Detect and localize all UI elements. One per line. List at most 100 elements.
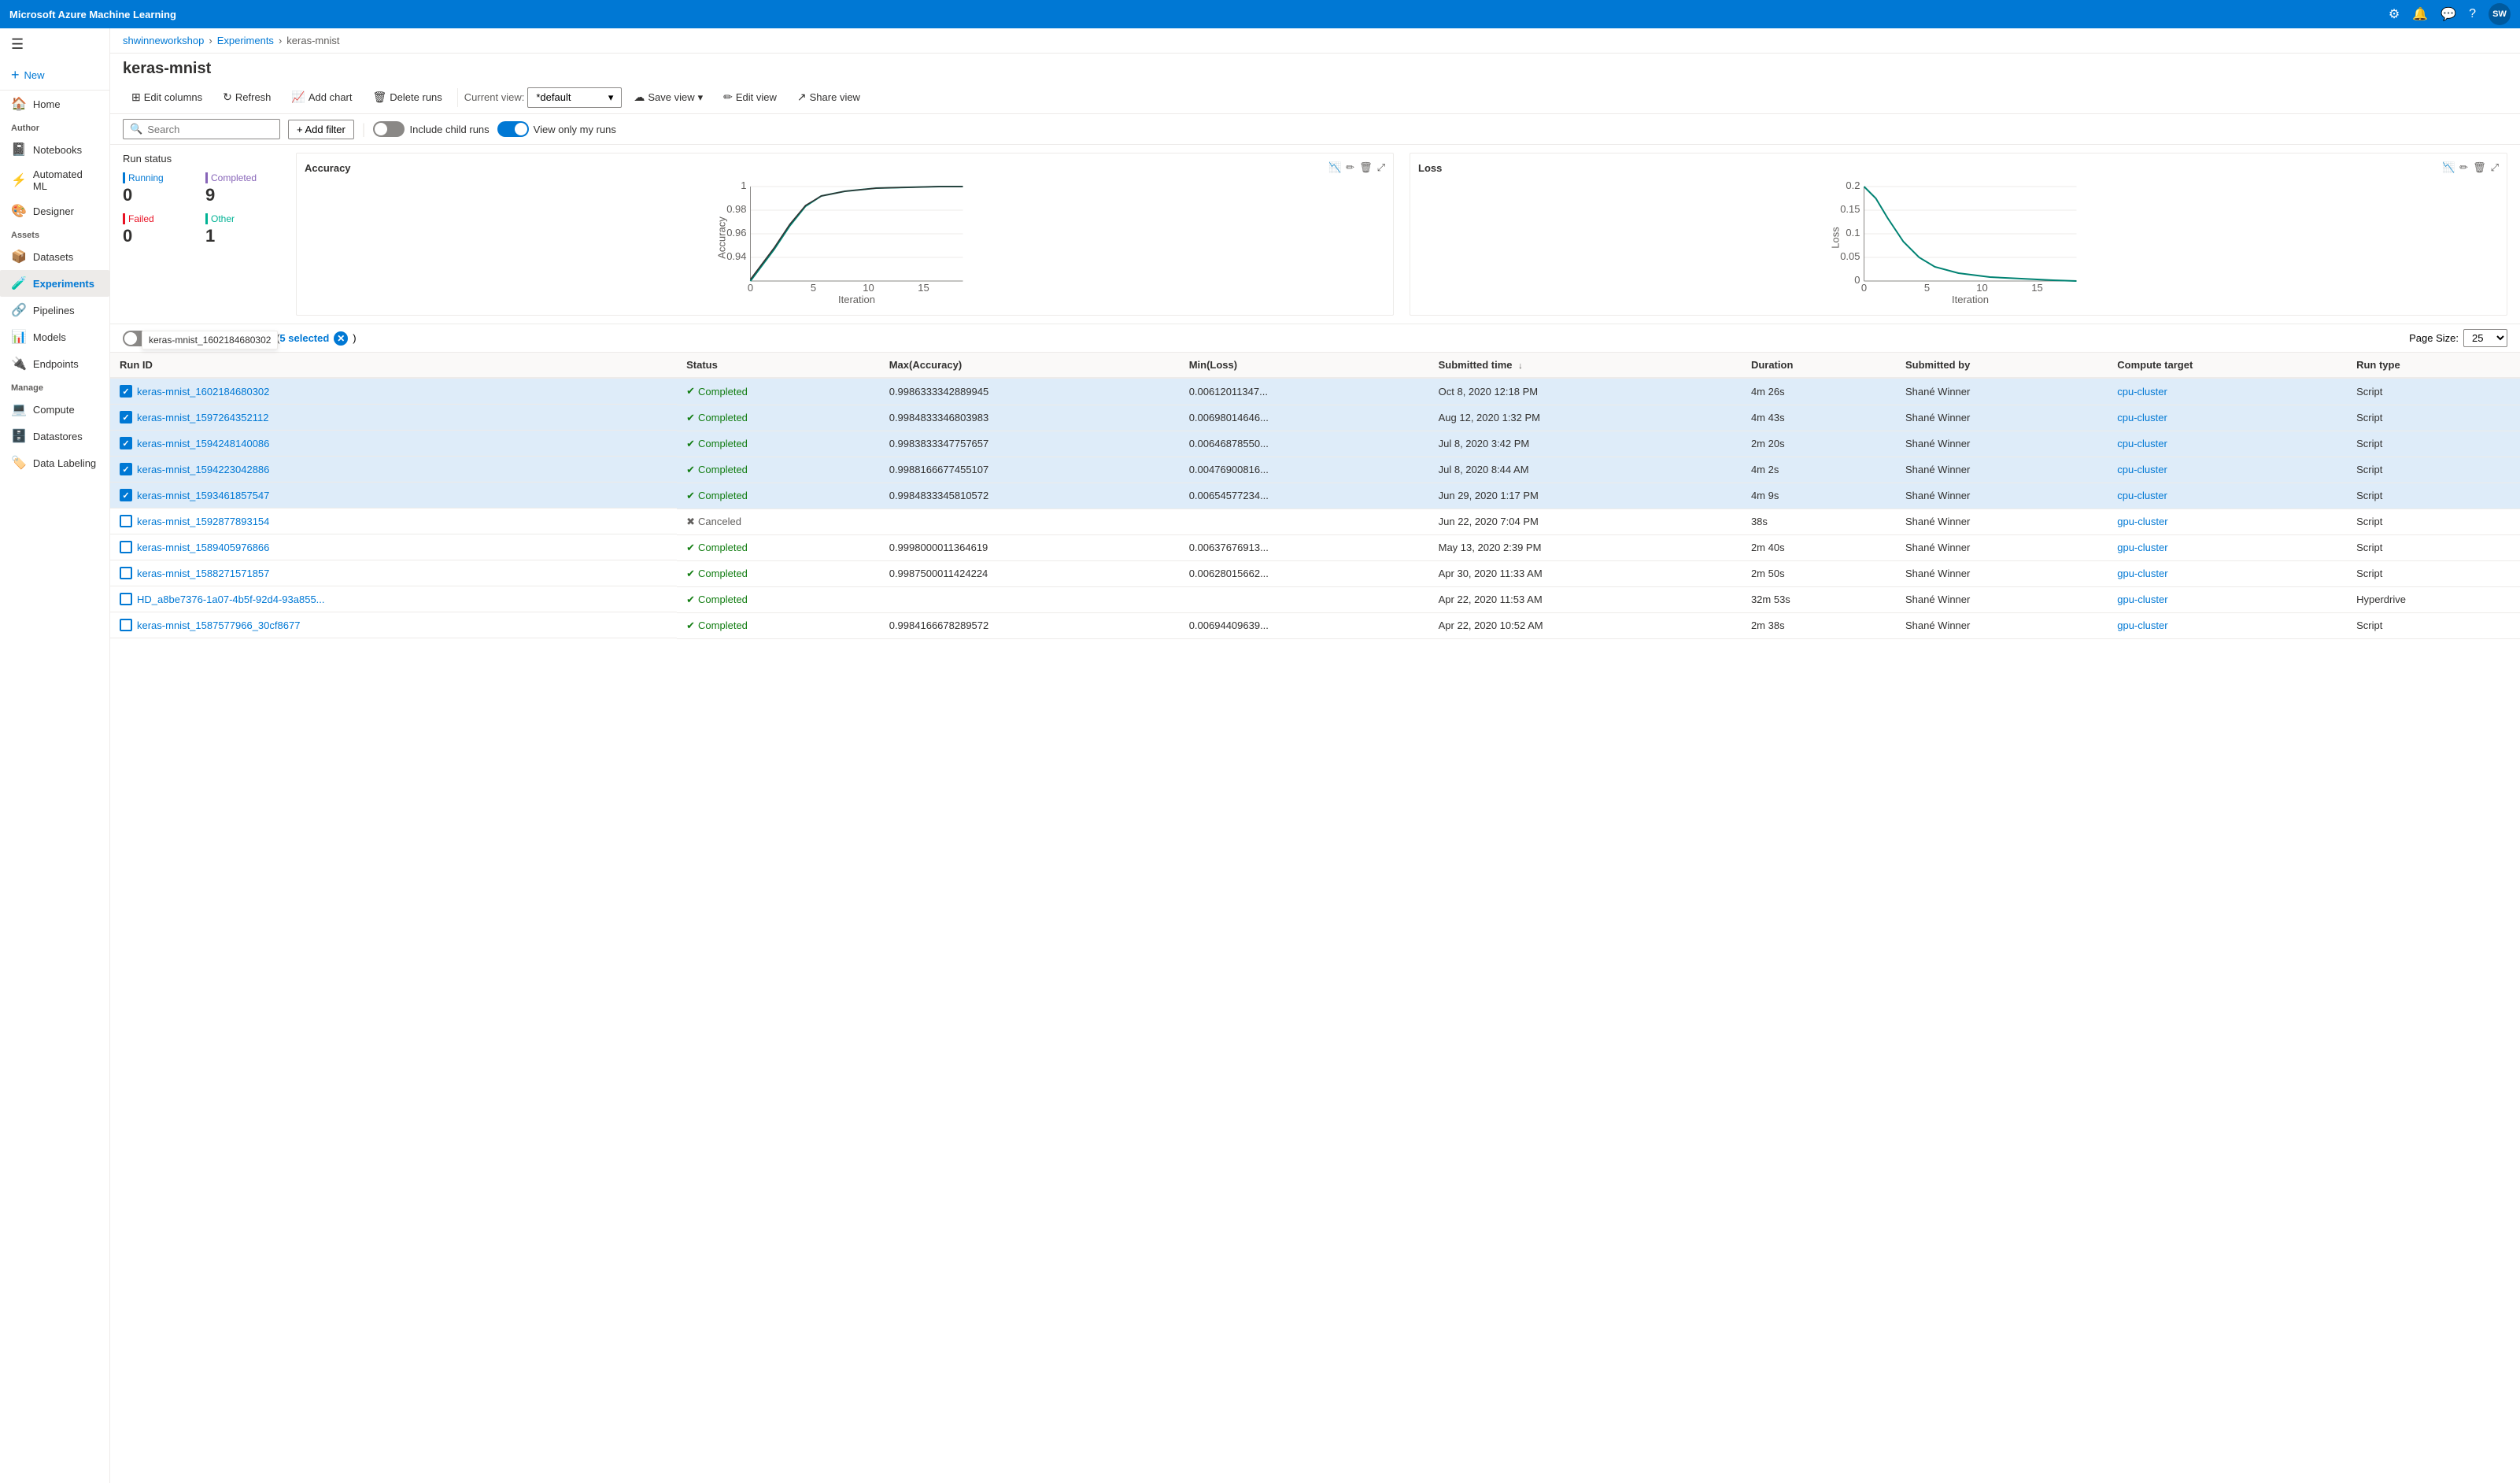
run-id-link-3[interactable]: keras-mnist_1594223042886 <box>137 464 269 475</box>
search-input[interactable] <box>147 124 257 135</box>
compute-target-link-2[interactable]: cpu-cluster <box>2117 438 2167 449</box>
run-id-link-9[interactable]: keras-mnist_1587577966_30cf8677 <box>137 619 300 631</box>
share-view-button[interactable]: ↗ Share view <box>789 86 869 109</box>
compute-target-link-9[interactable]: gpu-cluster <box>2117 619 2167 631</box>
table-row: keras-mnist_1588271571857 ✔ Completed 0.… <box>110 560 2520 586</box>
row-checkbox-9[interactable] <box>120 619 132 631</box>
breadcrumb-sep-2: › <box>279 35 282 46</box>
edit-view-button[interactable]: ✏ Edit view <box>715 86 785 109</box>
row-checkbox-3[interactable] <box>120 463 132 475</box>
compute-target-link-5[interactable]: gpu-cluster <box>2117 516 2167 527</box>
row-checkbox-5[interactable] <box>120 515 132 527</box>
refresh-button[interactable]: ↻ Refresh <box>214 86 279 109</box>
status-grid: Running 0 Completed 9 Failed 0 Other 1 <box>123 172 280 246</box>
sidebar-item-experiments[interactable]: 🧪 Experiments <box>0 270 109 297</box>
compute-target-link-3[interactable]: cpu-cluster <box>2117 464 2167 475</box>
feedback-icon[interactable]: 💬 <box>2441 6 2456 22</box>
run-id-link-2[interactable]: keras-mnist_1594248140086 <box>137 438 269 449</box>
compute-target-link-1[interactable]: cpu-cluster <box>2117 412 2167 423</box>
run-id-link-6[interactable]: keras-mnist_1589405976866 <box>137 542 269 553</box>
run-id-link-4[interactable]: keras-mnist_1593461857547 <box>137 490 269 501</box>
col-submitted-time[interactable]: Submitted time ↓ <box>1429 353 1742 378</box>
page-size-select[interactable]: 10 25 50 100 <box>2463 329 2507 347</box>
sidebar-item-endpoints[interactable]: 🔌 Endpoints <box>0 350 109 377</box>
cell-min-loss-7: 0.00628015662... <box>1180 560 1429 586</box>
run-id-link-1[interactable]: keras-mnist_1597264352112 <box>137 412 268 423</box>
new-button[interactable]: + New <box>0 61 109 91</box>
col-duration[interactable]: Duration <box>1742 353 1896 378</box>
run-id-link-7[interactable]: keras-mnist_1588271571857 <box>137 568 269 579</box>
row-checkbox-0[interactable] <box>120 385 132 398</box>
help-icon[interactable]: ? <box>2469 7 2476 21</box>
row-checkbox-2[interactable] <box>120 437 132 449</box>
status-text-3: Completed <box>698 464 748 475</box>
col-min-loss[interactable]: Min(Loss) <box>1180 353 1429 378</box>
compute-target-link-7[interactable]: gpu-cluster <box>2117 568 2167 579</box>
accuracy-chart-expand-icon[interactable]: ⤢ <box>1377 161 1385 174</box>
user-avatar[interactable]: SW <box>2489 3 2511 25</box>
content-area: shwinneworkshop › Experiments › keras-mn… <box>110 28 2520 1483</box>
clear-selected-button[interactable]: ✕ <box>334 331 348 346</box>
table-row: keras-mnist_1593461857547 ✔ Completed 0.… <box>110 483 2520 509</box>
row-checkbox-4[interactable] <box>120 489 132 501</box>
current-view-dropdown[interactable]: *default ▾ <box>527 87 622 108</box>
sidebar-item-models[interactable]: 📊 Models <box>0 324 109 350</box>
search-box[interactable]: 🔍 <box>123 119 280 139</box>
breadcrumb-workspace[interactable]: shwinneworkshop <box>123 35 204 46</box>
cell-min-loss-6: 0.00637676913... <box>1180 534 1429 560</box>
loss-chart-delete-icon[interactable]: 🗑 <box>2473 161 2486 174</box>
col-max-accuracy[interactable]: Max(Accuracy) <box>880 353 1180 378</box>
delete-runs-button[interactable]: 🗑 Delete runs <box>364 86 451 109</box>
hamburger-menu[interactable]: ☰ <box>0 28 109 61</box>
sidebar-item-notebooks[interactable]: 📓 Notebooks <box>0 136 109 163</box>
save-view-button[interactable]: ☁ Save view ▾ <box>625 86 711 109</box>
sidebar-item-datasets[interactable]: 📦 Datasets <box>0 243 109 270</box>
loss-chart-expand-icon[interactable]: ⤢ <box>2491 161 2499 174</box>
accuracy-chart-edit-icon[interactable]: ✏ <box>1346 161 1354 174</box>
compute-target-link-8[interactable]: gpu-cluster <box>2117 594 2167 605</box>
row-checkbox-8[interactable] <box>120 593 132 605</box>
sidebar-item-designer[interactable]: 🎨 Designer <box>0 198 109 224</box>
col-submitted-by[interactable]: Submitted by <box>1896 353 2108 378</box>
sidebar-item-pipelines[interactable]: 🔗 Pipelines <box>0 297 109 324</box>
sidebar-item-home[interactable]: 🏠 Home <box>0 91 109 117</box>
col-status[interactable]: Status <box>677 353 880 378</box>
run-id-link-8[interactable]: HD_a8be7376-1a07-4b5f-92d4-93a855... <box>137 594 325 605</box>
sidebar-item-automated-ml[interactable]: ⚡ Automated ML <box>0 163 109 198</box>
run-id-link-5[interactable]: keras-mnist_1592877893154 <box>137 516 269 527</box>
cell-run-id-2: keras-mnist_1594248140086 <box>110 431 677 457</box>
add-chart-button[interactable]: 📈 Add chart <box>283 86 360 109</box>
edit-columns-button[interactable]: ⊞ Edit columns <box>123 86 211 109</box>
settings-icon[interactable]: ⚙ <box>2389 6 2400 22</box>
accuracy-chart-line-icon[interactable]: 📉 <box>1328 161 1341 174</box>
loss-chart-actions: 📉 ✏ 🗑 ⤢ <box>2442 161 2499 174</box>
accuracy-chart-delete-icon[interactable]: 🗑 <box>1359 161 1373 174</box>
accuracy-chart: Accuracy 📉 ✏ 🗑 ⤢ <box>296 153 1394 316</box>
row-checkbox-6[interactable] <box>120 541 132 553</box>
row-checkbox-7[interactable] <box>120 567 132 579</box>
col-run-id[interactable]: Run ID <box>110 353 677 378</box>
include-child-runs-toggle[interactable] <box>373 121 405 137</box>
breadcrumb-section[interactable]: Experiments <box>217 35 274 46</box>
loss-chart-line-icon[interactable]: 📉 <box>2442 161 2455 174</box>
compute-target-link-0[interactable]: cpu-cluster <box>2117 386 2167 398</box>
status-text-0: Completed <box>698 386 748 398</box>
add-filter-button[interactable]: + Add filter <box>288 120 354 139</box>
col-run-type[interactable]: Run type <box>2347 353 2520 378</box>
run-id-link-0[interactable]: keras-mnist_1602184680302 <box>137 386 269 398</box>
row-checkbox-1[interactable] <box>120 411 132 423</box>
sidebar-item-data-labeling[interactable]: 🏷️ Data Labeling <box>0 449 109 476</box>
app-logo: Microsoft Azure Machine Learning <box>9 9 2389 20</box>
sidebar-item-datastores[interactable]: 🗄️ Datastores <box>0 423 109 449</box>
view-only-my-runs-toggle[interactable] <box>497 121 529 137</box>
sidebar-item-compute[interactable]: 💻 Compute <box>0 396 109 423</box>
compute-target-link-6[interactable]: gpu-cluster <box>2117 542 2167 553</box>
bell-icon[interactable]: 🔔 <box>2412 6 2428 22</box>
loss-chart-edit-icon[interactable]: ✏ <box>2459 161 2468 174</box>
compute-target-link-4[interactable]: cpu-cluster <box>2117 490 2167 501</box>
cell-submitted-time-2: Jul 8, 2020 3:42 PM <box>1429 431 1742 457</box>
view-only-my-runs-toggle-wrap: View only my runs <box>497 121 616 137</box>
show-selected-toggle[interactable] <box>123 331 154 346</box>
col-compute-target[interactable]: Compute target <box>2108 353 2347 378</box>
sidebar-section-author: Author <box>0 117 109 136</box>
